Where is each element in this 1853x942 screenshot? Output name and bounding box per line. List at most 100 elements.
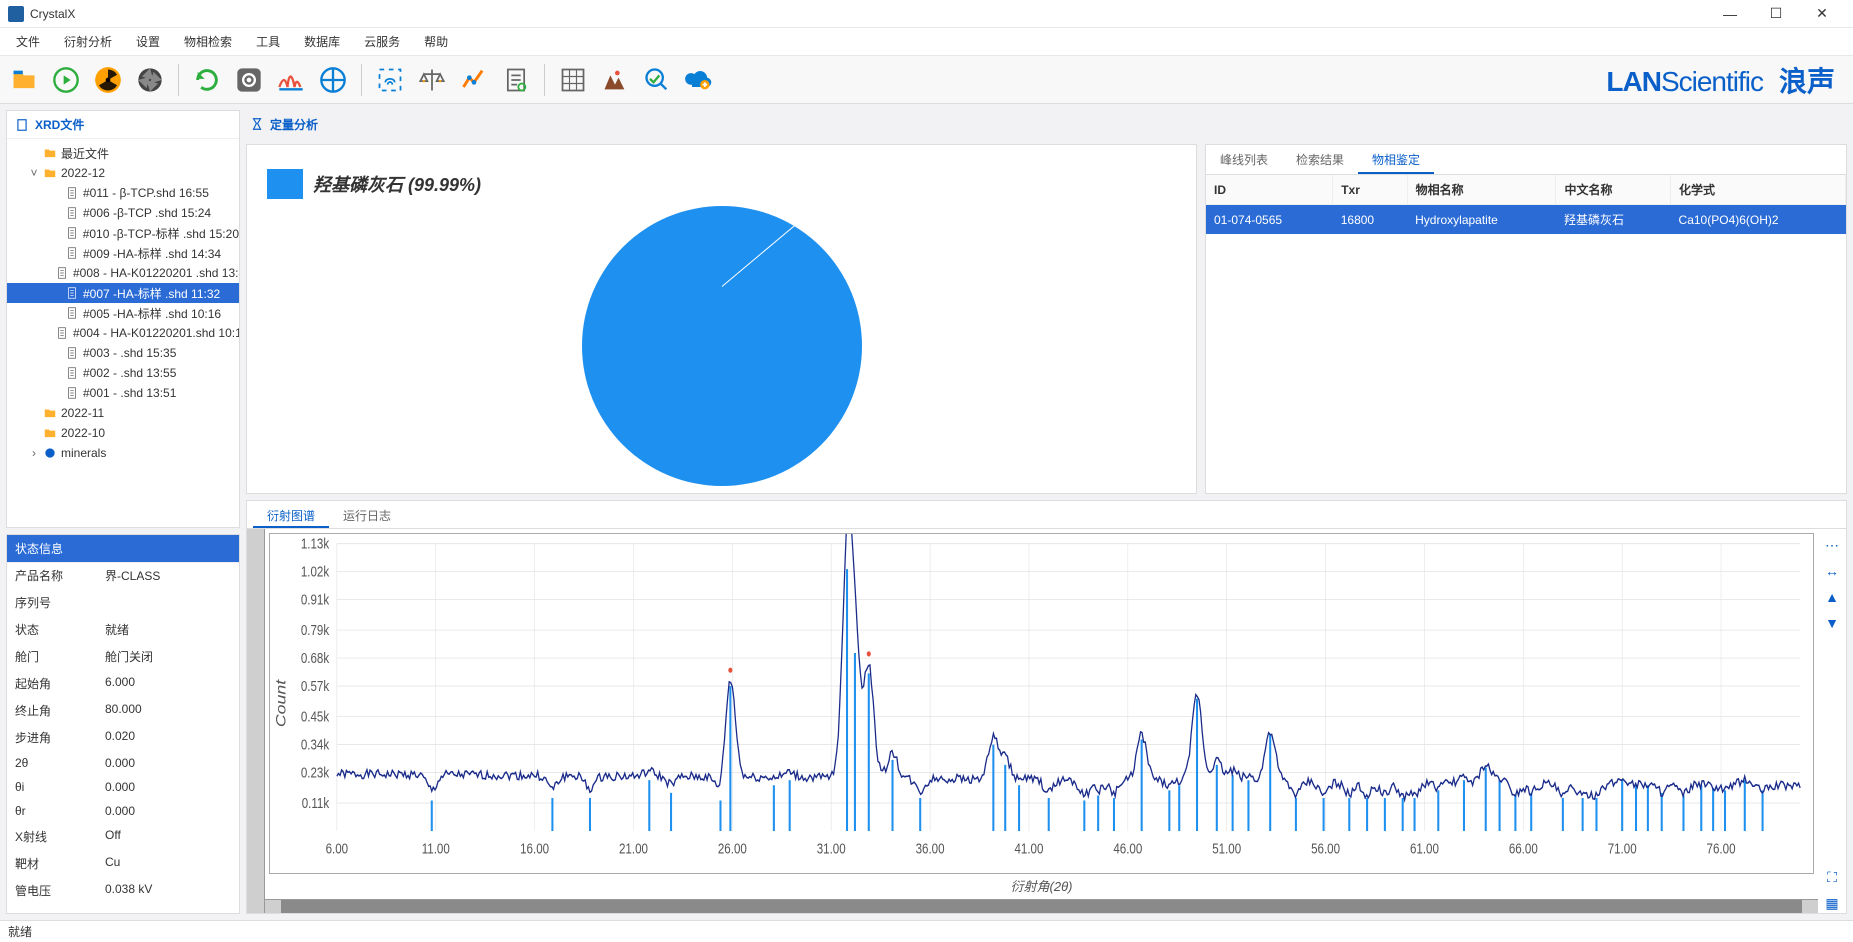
tree-item[interactable]: #002 - .shd 13:55 (7, 363, 239, 383)
xrd-plot[interactable]: 0.11k0.23k0.34k0.45k0.57k0.68k0.79k0.91k… (269, 533, 1814, 874)
tool-dots-icon[interactable]: ⋯ (1822, 535, 1842, 555)
spectrum-tabs: 衍射图谱运行日志 (247, 501, 1846, 529)
titlebar: CrystalX — ☐ ✕ (0, 0, 1853, 28)
svg-text:51.00: 51.00 (1212, 840, 1241, 857)
svg-text:0.23k: 0.23k (301, 764, 330, 781)
minimize-button[interactable]: — (1707, 0, 1753, 28)
status-key: X射线 (15, 828, 105, 851)
col-header[interactable]: 中文名称 (1556, 175, 1671, 205)
report-button[interactable] (498, 62, 534, 98)
status-val: Cu (105, 855, 231, 878)
menu-云服务[interactable]: 云服务 (352, 29, 412, 54)
tree-item[interactable]: #010 -β-TCP-标样 .shd 15:20 (7, 223, 239, 243)
tree-item[interactable]: #001 - .shd 13:51 (7, 383, 239, 403)
tree-item[interactable]: #006 -β-TCP .shd 15:24 (7, 203, 239, 223)
phase-table[interactable]: IDTxr物相名称中文名称化学式 01-074-056516800Hydroxy… (1206, 175, 1846, 234)
status-val: 6.000 (105, 675, 231, 698)
vscroll-pad[interactable] (247, 529, 265, 913)
tool-grid-icon[interactable]: ▦ (1822, 893, 1842, 913)
tree-item[interactable]: 2022-11 (7, 403, 239, 423)
tree-item[interactable]: #003 - .shd 15:35 (7, 343, 239, 363)
tree-item[interactable]: #008 - HA-K01220201 .shd 13:48 (7, 263, 239, 283)
tree-item[interactable]: #007 -HA-标样 .shd 11:32 (7, 283, 239, 303)
menu-数据库[interactable]: 数据库 (292, 29, 352, 54)
tool-down-icon[interactable]: ▼ (1822, 613, 1842, 633)
fingerprint-button[interactable] (372, 62, 408, 98)
menu-工具[interactable]: 工具 (244, 29, 292, 54)
tree-item[interactable]: #004 - HA-K01220201.shd 10:15 (7, 323, 239, 343)
radiation-button[interactable] (90, 62, 126, 98)
status-key: 舱门 (15, 648, 105, 671)
shutter-button[interactable] (132, 62, 168, 98)
svg-text:0.45k: 0.45k (301, 708, 330, 725)
spectrum-button[interactable] (273, 62, 309, 98)
open-file-button[interactable] (6, 62, 42, 98)
files-panel-title: XRD文件 (35, 116, 84, 133)
statusbar: 就绪 (0, 920, 1853, 942)
x-axis-label: 衍射角(2θ) (265, 874, 1818, 899)
svg-text:41.00: 41.00 (1014, 840, 1043, 857)
phase-tab[interactable]: 检索结果 (1282, 145, 1358, 174)
grid-button[interactable] (555, 62, 591, 98)
maximize-button[interactable]: ☐ (1753, 0, 1799, 28)
tree-item[interactable]: 最近文件 (7, 143, 239, 163)
app-icon (8, 6, 24, 22)
tree-item[interactable]: #009 -HA-标样 .shd 14:34 (7, 243, 239, 263)
svg-text:26.00: 26.00 (718, 840, 747, 857)
close-button[interactable]: ✕ (1799, 0, 1845, 28)
status-val: 0.000 (105, 780, 231, 800)
status-val: 界-CLASS (105, 567, 231, 590)
menu-衍射分析[interactable]: 衍射分析 (52, 29, 124, 54)
svg-text:36.00: 36.00 (916, 840, 945, 857)
col-header[interactable]: 物相名称 (1407, 175, 1556, 205)
svg-text:46.00: 46.00 (1113, 840, 1142, 857)
col-header[interactable]: 化学式 (1671, 175, 1846, 205)
menu-物相检索[interactable]: 物相检索 (172, 29, 244, 54)
tool-harrows-icon[interactable]: ↔ (1822, 561, 1842, 581)
phase-tab[interactable]: 物相鉴定 (1358, 145, 1434, 174)
svg-text:Count: Count (273, 678, 289, 727)
menubar: 文件衍射分析设置物相检索工具数据库云服务帮助 (0, 28, 1853, 56)
hscroll-pad[interactable] (265, 899, 1818, 913)
status-key: θi (15, 780, 105, 800)
status-val: 0.000 (105, 804, 231, 824)
table-row[interactable]: 01-074-056516800Hydroxylapatite羟基磷灰石Ca10… (1206, 205, 1846, 235)
spectrum-tab[interactable]: 运行日志 (329, 501, 405, 528)
status-key: 步进角 (15, 729, 105, 752)
menu-设置[interactable]: 设置 (124, 29, 172, 54)
svg-text:31.00: 31.00 (817, 840, 846, 857)
svg-text:0.34k: 0.34k (301, 736, 330, 753)
col-header[interactable]: ID (1206, 175, 1333, 205)
cloud-db-button[interactable] (681, 62, 717, 98)
refresh-button[interactable] (189, 62, 225, 98)
tree-item[interactable]: 2022-10 (7, 423, 239, 443)
tool-up-icon[interactable]: ▲ (1822, 587, 1842, 607)
svg-text:21.00: 21.00 (619, 840, 648, 857)
analyze-icon-button[interactable] (639, 62, 675, 98)
spectrum-tab[interactable]: 衍射图谱 (253, 501, 329, 528)
settings-button[interactable] (231, 62, 267, 98)
balance-button[interactable] (414, 62, 450, 98)
tree-item[interactable]: ˅2022-12 (7, 163, 239, 183)
tool-expand-icon[interactable]: ⛶ (1822, 867, 1842, 887)
phase-tab[interactable]: 峰线列表 (1206, 145, 1282, 174)
play-button[interactable] (48, 62, 84, 98)
status-val (105, 594, 231, 617)
tree-item[interactable]: #011 - β-TCP.shd 16:55 (7, 183, 239, 203)
menu-帮助[interactable]: 帮助 (412, 29, 460, 54)
tree-item[interactable]: #005 -HA-标样 .shd 10:16 (7, 303, 239, 323)
status-val: 0.020 (105, 729, 231, 752)
svg-text:11.00: 11.00 (422, 840, 450, 857)
document-icon (15, 118, 29, 132)
file-tree[interactable]: 最近文件˅2022-12#011 - β-TCP.shd 16:55#006 -… (7, 139, 239, 527)
col-header[interactable]: Txr (1333, 175, 1407, 205)
tree-item[interactable]: ›minerals (7, 443, 239, 463)
svg-text:71.00: 71.00 (1608, 840, 1637, 857)
peaks-icon-button[interactable] (597, 62, 633, 98)
menu-文件[interactable]: 文件 (4, 29, 52, 54)
phase-tabs: 峰线列表检索结果物相鉴定 (1206, 145, 1846, 175)
target-button[interactable] (315, 62, 351, 98)
quant-panel: 羟基磷灰石 (99.99%) (246, 144, 1197, 494)
trend-button[interactable] (456, 62, 492, 98)
status-val: 80.000 (105, 702, 231, 725)
